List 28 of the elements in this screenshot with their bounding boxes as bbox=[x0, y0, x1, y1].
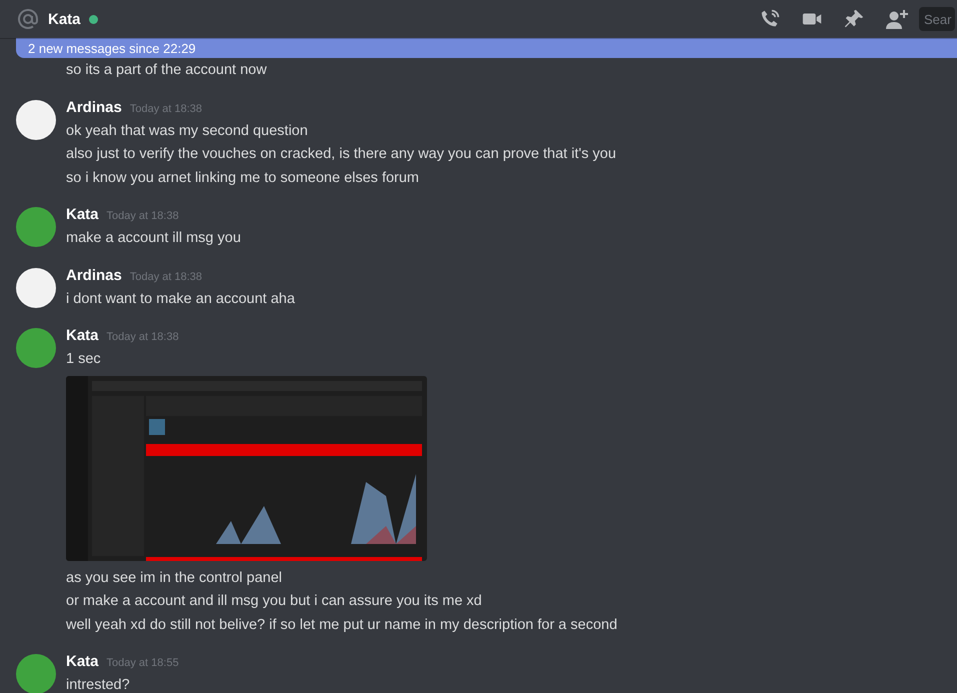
message-text: intrested? bbox=[66, 676, 131, 693]
channel-name: Kata bbox=[48, 10, 81, 28]
author-name[interactable]: Ardinas bbox=[66, 266, 122, 284]
message-text: well yeah xd do still not belive? if so let me put ur name in my description for a second bbox=[66, 616, 618, 634]
user-avatar[interactable] bbox=[16, 268, 56, 308]
user-avatar[interactable] bbox=[16, 100, 56, 140]
message-text: 1 sec bbox=[66, 350, 102, 369]
at-icon bbox=[18, 9, 38, 29]
timestamp: Today at 18:55 bbox=[106, 657, 179, 669]
message-text: as you see im in the control panel bbox=[66, 568, 284, 588]
message-text: ok yeah that was my second question bbox=[66, 122, 309, 140]
author-name[interactable]: Ardinas bbox=[66, 98, 122, 116]
message-text: or make a account and ill msg you but i can assure you its me xd bbox=[66, 592, 483, 611]
timestamp: Today at 18:38 bbox=[130, 270, 202, 282]
timestamp: Today at 18:38 bbox=[106, 210, 179, 222]
message-text: i dont want to make an account aha bbox=[66, 290, 295, 308]
author-name[interactable]: Kata bbox=[66, 327, 99, 344]
author-name[interactable]: Kata bbox=[66, 206, 99, 223]
message-text: so i know you arnet linking me to someone elses forum bbox=[66, 168, 420, 188]
pin-icon[interactable] bbox=[843, 8, 865, 30]
timestamp: Today at 18:38 bbox=[106, 331, 179, 343]
message-text: so its a part of the account now bbox=[66, 61, 268, 80]
author-name[interactable]: Kata bbox=[66, 653, 99, 670]
message-text: also just to verify the vouches on cracked, is there any way you can prove that it's you bbox=[66, 145, 616, 164]
message-text: make a account ill msg you bbox=[66, 229, 241, 248]
search-field[interactable]: Sear bbox=[919, 7, 955, 31]
timestamp: Today at 18:38 bbox=[130, 102, 202, 114]
add-friend-icon[interactable] bbox=[885, 8, 909, 30]
